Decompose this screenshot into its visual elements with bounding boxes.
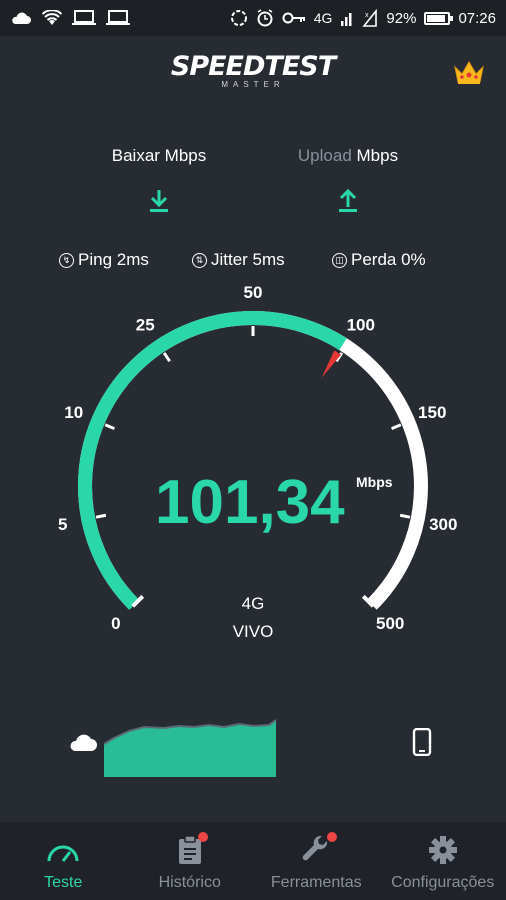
signal-icon (340, 9, 354, 27)
svg-text:x: x (365, 12, 369, 19)
nav-item-teste[interactable]: Teste (0, 822, 127, 900)
jitter-icon: ⇅ (192, 252, 207, 268)
gauge-progress (78, 311, 347, 610)
nav-item-ferramentas[interactable]: Ferramentas (253, 822, 380, 900)
network-type-label: 4G (313, 10, 333, 26)
gauge-tick (391, 423, 402, 430)
gauge-tick-label: 25 (136, 316, 155, 335)
laptop-icon (72, 10, 96, 26)
jitter-metric: ⇅ Jitter 5ms (192, 250, 285, 270)
upload-arrow-icon (339, 188, 357, 212)
gauge-tick-label: 150 (418, 403, 446, 422)
nav-item-configuracoes[interactable]: Configurações (380, 822, 506, 900)
app-logo: SPEEDTEST MASTER (170, 51, 336, 90)
sync-icon (230, 9, 248, 27)
logo-main-text: SPEEDTEST (170, 51, 336, 82)
upload-section: Upload Mbps (268, 146, 428, 214)
ping-icon: ↯ (59, 252, 74, 268)
download-label: Baixar Mbps (111, 146, 207, 165)
upload-label: Upload Mbps (268, 146, 428, 166)
nav-label-historico: Histórico (158, 874, 221, 891)
gauge-tick-label: 5 (58, 515, 67, 534)
notification-dot (197, 832, 208, 842)
alarm-icon (256, 9, 274, 27)
nav-item-historico[interactable]: Histórico (127, 822, 254, 900)
gauge-tick-label: 300 (429, 515, 457, 534)
gear-icon (380, 834, 506, 866)
crown-icon[interactable] (452, 58, 486, 91)
gauge-tick (162, 352, 171, 363)
speedometer-icon (0, 834, 127, 866)
gauge-tick-label: 50 (244, 283, 263, 302)
nav-label-ferramentas: Ferramentas (270, 874, 362, 891)
cloud-icon (70, 734, 97, 751)
speed-gauge: 0 5 10 25 50 100 150 300 500 101,34 Mbps 4G VIVO (0, 280, 506, 670)
clipboard-icon (127, 832, 254, 866)
jitter-text: Jitter 5ms (211, 250, 285, 269)
phone-icon (412, 728, 432, 756)
metrics-row: ↯ Ping 2ms ⇅ Jitter 5ms ◫ Perda 0% (0, 250, 506, 274)
laptop-icon (106, 10, 130, 26)
upload-unit: Mbps (356, 146, 399, 165)
speed-graph-area (0, 706, 506, 777)
speed-labels: Baixar Mbps Upload Mbps (0, 146, 506, 216)
loss-metric: ◫ Perda 0% (332, 250, 426, 270)
cloud-status-icon (10, 11, 32, 25)
clock-time: 07:26 (458, 9, 496, 27)
status-bar: 4G x 92% 07:26 (0, 0, 506, 36)
signal-no-sim-icon: x (362, 9, 378, 27)
download-section: Baixar Mbps (79, 146, 239, 214)
wifi-icon (42, 10, 62, 26)
loss-text: Perda 0% (351, 250, 426, 269)
upload-word: Upload (297, 146, 352, 165)
app-header: SPEEDTEST MASTER (0, 52, 506, 96)
speed-unit: Mbps (356, 474, 393, 490)
battery-icon (424, 11, 454, 25)
download-arrow-icon (150, 190, 168, 212)
battery-percent: 92% (386, 9, 417, 27)
gauge-tick (95, 513, 107, 519)
ping-text: Ping 2ms (78, 250, 149, 269)
loss-icon: ◫ (332, 252, 347, 268)
carrier-name: VIVO (232, 622, 274, 641)
gauge-tick-label: 100 (347, 316, 375, 335)
network-type: 4G (241, 594, 265, 613)
wrench-icon (253, 832, 380, 866)
speed-value: 101,34 (155, 468, 345, 537)
nav-label-teste: Teste (44, 874, 83, 891)
key-icon (282, 11, 306, 25)
gauge-needle (321, 350, 342, 378)
gauge-tick-label: 10 (64, 403, 83, 422)
ping-metric: ↯ Ping 2ms (59, 250, 149, 270)
notification-dot (327, 832, 337, 842)
gauge-tick (104, 423, 115, 430)
speed-graph (104, 719, 277, 777)
nav-label-configuracoes: Configurações (391, 874, 495, 891)
gauge-tick (399, 513, 411, 519)
bottom-nav: Teste Histórico Ferramentas Configuraçõe… (0, 822, 506, 900)
